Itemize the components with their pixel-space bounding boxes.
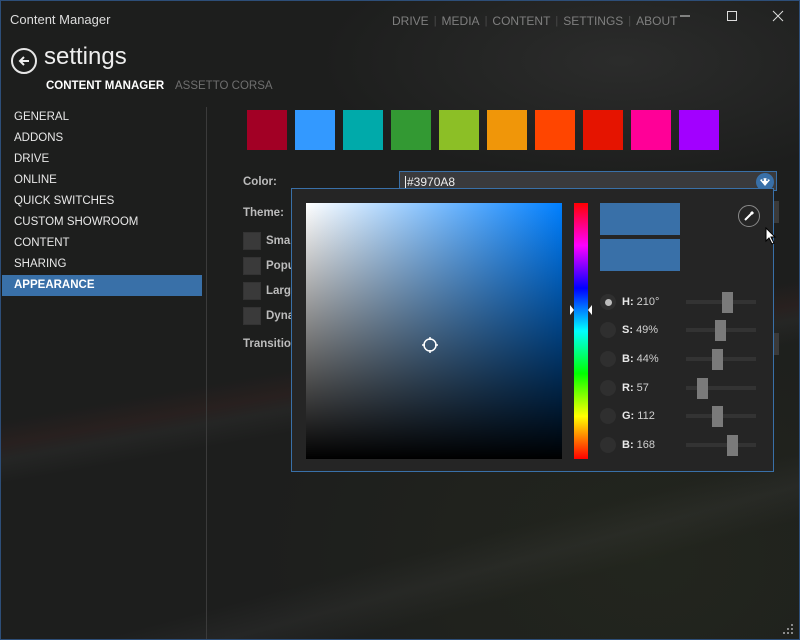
maximize-icon <box>727 11 737 21</box>
nav-media[interactable]: MEDIA <box>442 14 480 28</box>
channel-slider[interactable] <box>686 406 756 427</box>
hue-slider-handle[interactable] <box>570 305 592 315</box>
channel-slider-thumb[interactable] <box>727 435 739 456</box>
swatch[interactable] <box>631 110 671 150</box>
minimize-button[interactable] <box>662 1 708 31</box>
checkbox[interactable] <box>243 232 261 250</box>
maximize-button[interactable] <box>709 1 755 31</box>
channel-radio[interactable] <box>600 322 616 338</box>
channel-radio[interactable] <box>600 380 616 396</box>
color-picker-popup: H: 210° S: 49% B: 44% R: 57 G: 112 B: 168 <box>291 188 774 472</box>
swatch[interactable] <box>439 110 479 150</box>
top-navigation: DRIVE | MEDIA | CONTENT | SETTINGS | ABOUT <box>392 14 678 28</box>
window-title: Content Manager <box>10 12 111 27</box>
channel-row: R: 57 <box>600 378 760 399</box>
channel-slider[interactable] <box>686 292 756 313</box>
close-button[interactable] <box>755 1 799 31</box>
checkbox[interactable] <box>243 282 261 300</box>
theme-label: Theme: <box>243 207 284 219</box>
back-button[interactable] <box>11 48 37 74</box>
channel-label: R: 57 <box>622 382 649 394</box>
channel-radio[interactable] <box>600 294 616 310</box>
color-label: Color: <box>243 176 277 188</box>
swatch[interactable] <box>679 110 719 150</box>
channel-slider[interactable] <box>686 378 756 399</box>
swatch[interactable] <box>583 110 623 150</box>
transition-label: Transition <box>243 338 298 350</box>
nav-content[interactable]: CONTENT <box>492 14 550 28</box>
radio-dot <box>604 298 612 306</box>
nav-separator: | <box>628 15 632 27</box>
new-color-preview <box>600 203 680 235</box>
saturation-brightness-area[interactable] <box>306 203 562 459</box>
checkbox[interactable] <box>243 307 261 325</box>
checkbox-row[interactable]: Small <box>243 232 297 250</box>
channel-label: G: 112 <box>622 410 655 422</box>
channel-row: H: 210° <box>600 292 760 313</box>
sidebar-item-content[interactable]: CONTENT <box>2 233 202 254</box>
sidebar-item-appearance[interactable]: APPEARANCE <box>2 275 202 296</box>
eyedropper-button[interactable] <box>738 205 760 227</box>
minimize-icon <box>680 15 690 17</box>
eyedropper-icon <box>744 210 755 221</box>
channel-label: B: 44% <box>622 353 659 365</box>
settings-sidebar: GENERAL ADDONS DRIVE ONLINE QUICK SWITCH… <box>2 107 202 296</box>
swatch[interactable] <box>295 110 335 150</box>
channel-slider[interactable] <box>686 349 756 370</box>
swatch[interactable] <box>535 110 575 150</box>
arrow-left-icon <box>18 56 29 66</box>
sidebar-item-sharing[interactable]: SHARING <box>2 254 202 275</box>
nav-drive[interactable]: DRIVE <box>392 14 429 28</box>
channel-slider-thumb[interactable] <box>711 406 723 427</box>
nav-separator: | <box>484 15 488 27</box>
tab-content-manager[interactable]: CONTENT MANAGER <box>46 80 164 92</box>
channel-slider[interactable] <box>686 435 756 456</box>
sidebar-item-addons[interactable]: ADDONS <box>2 128 202 149</box>
nav-separator: | <box>555 15 559 27</box>
channel-slider-thumb[interactable] <box>696 378 708 399</box>
mouse-cursor-icon <box>765 227 777 245</box>
close-icon <box>772 10 784 22</box>
nav-separator: | <box>433 15 437 27</box>
channel-slider-thumb[interactable] <box>715 320 727 341</box>
channel-radio[interactable] <box>600 408 616 424</box>
swatch[interactable] <box>487 110 527 150</box>
previous-color-preview[interactable] <box>600 239 680 271</box>
swatch[interactable] <box>247 110 287 150</box>
sidebar-item-custom-showroom[interactable]: CUSTOM SHOWROOM <box>2 212 202 233</box>
sidebar-item-general[interactable]: GENERAL <box>2 107 202 128</box>
swatch[interactable] <box>391 110 431 150</box>
vertical-divider <box>206 107 207 639</box>
crosshair-icon[interactable] <box>421 336 439 354</box>
hue-slider[interactable] <box>574 203 588 459</box>
channel-slider[interactable] <box>686 320 756 341</box>
channel-row: G: 112 <box>600 406 760 427</box>
app-window: Content Manager DRIVE | MEDIA | CONTENT | S… <box>0 0 800 640</box>
sidebar-item-drive[interactable]: DRIVE <box>2 149 202 170</box>
channel-radio[interactable] <box>600 437 616 453</box>
channel-slider-thumb[interactable] <box>721 292 733 313</box>
channel-row: B: 168 <box>600 435 760 456</box>
tab-assetto-corsa[interactable]: ASSETTO CORSA <box>175 80 273 92</box>
channel-slider-thumb[interactable] <box>711 349 723 370</box>
resize-grip-icon[interactable] <box>783 624 795 636</box>
swatch[interactable] <box>343 110 383 150</box>
color-hex-value: #3970A8 <box>407 175 456 189</box>
page-title: settings <box>44 43 127 70</box>
channel-row: S: 49% <box>600 320 760 341</box>
checkbox-row[interactable]: Large <box>243 282 297 300</box>
nav-settings[interactable]: SETTINGS <box>563 14 623 28</box>
channel-label: B: 168 <box>622 439 656 451</box>
channel-label: H: 210° <box>622 296 660 308</box>
sidebar-item-online[interactable]: ONLINE <box>2 170 202 191</box>
channel-radio[interactable] <box>600 351 616 367</box>
checkbox[interactable] <box>243 257 261 275</box>
channel-label: S: 49% <box>622 324 659 336</box>
channel-row: B: 44% <box>600 349 760 370</box>
accent-swatches <box>247 110 719 150</box>
palette-icon <box>760 178 770 186</box>
sidebar-item-quick-switches[interactable]: QUICK SWITCHES <box>2 191 202 212</box>
